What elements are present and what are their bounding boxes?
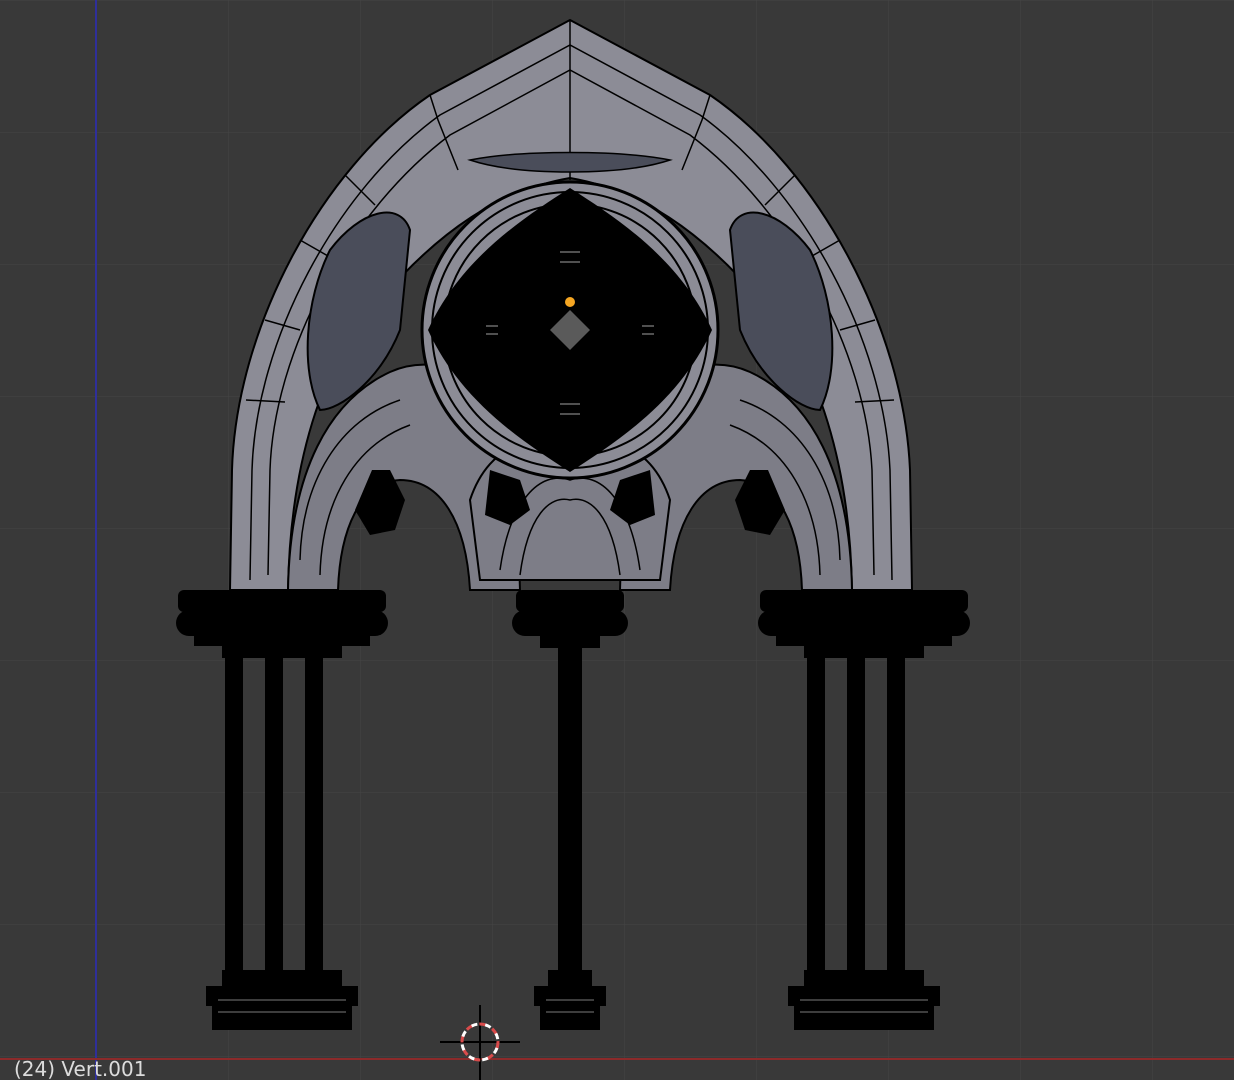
3d-viewport[interactable]: (24) Vert.001	[0, 0, 1234, 1080]
object-origin-icon[interactable]	[565, 297, 575, 307]
active-object-label: (24) Vert.001	[14, 1057, 147, 1080]
